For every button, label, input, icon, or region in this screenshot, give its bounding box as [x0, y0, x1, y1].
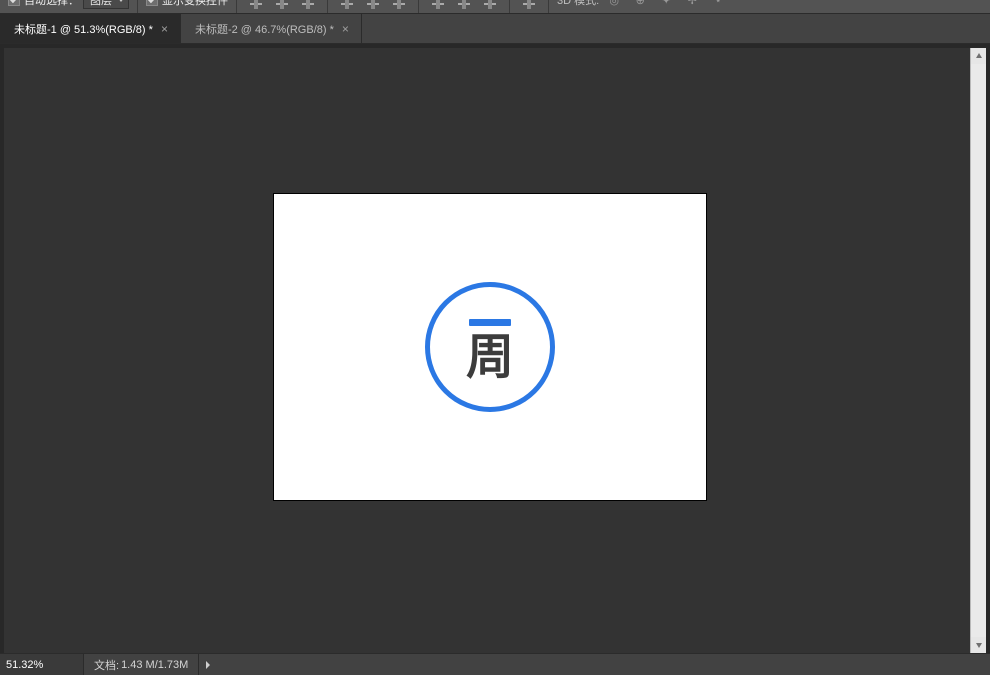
document-canvas[interactable]: 周	[274, 194, 706, 500]
logo-bar-icon	[469, 319, 511, 326]
auto-select-group: 自动选择： 图层	[2, 0, 135, 13]
auto-select-value: 图层	[90, 0, 112, 8]
align-top-icon[interactable]	[245, 0, 267, 10]
transform-controls-group: 显示变换控件	[140, 0, 234, 13]
mode3d-label: 3D 模式:	[557, 0, 599, 8]
canvas-viewport[interactable]: 周	[4, 48, 970, 653]
logo-glyph: 周	[466, 334, 514, 382]
document-tabstrip: 未标题-1 @ 51.3%(RGB/8) * × 未标题-2 @ 46.7%(R…	[0, 14, 990, 44]
zoom-value: 51.32%	[6, 659, 43, 671]
workarea-wrap: 周	[0, 44, 990, 653]
transform-controls-label: 显示变换控件	[162, 0, 228, 8]
document-tab-1-label: 未标题-1 @ 51.3%(RGB/8) *	[14, 21, 153, 37]
scroll-up-arrow-icon[interactable]	[971, 48, 986, 64]
pan-3d-icon[interactable]: ⊕	[629, 0, 651, 10]
align-group-2	[330, 0, 416, 13]
separator-icon	[327, 0, 328, 13]
status-menu-caret-icon[interactable]	[199, 654, 217, 675]
mode3d-group: 3D 模式: ◎ ⊕ ✦ ✢ ⋆	[551, 0, 735, 13]
doc-size-value: 1.43 M/1.73M	[121, 659, 188, 671]
document-tab-2-label: 未标题-2 @ 46.7%(RGB/8) *	[195, 21, 334, 37]
zoom-field[interactable]: 51.32%	[0, 654, 84, 675]
separator-icon	[418, 0, 419, 13]
document-tab-1[interactable]: 未标题-1 @ 51.3%(RGB/8) * ×	[0, 14, 181, 43]
scroll-down-arrow-icon[interactable]	[971, 637, 986, 653]
doc-size-label: 文档:	[94, 657, 119, 673]
scale-3d-icon[interactable]: ⋆	[707, 0, 729, 10]
document-size-info[interactable]: 文档: 1.43 M/1.73M	[84, 654, 199, 675]
align-left-icon[interactable]	[336, 0, 358, 10]
options-bar: 自动选择： 图层 显示变换控件 3D 模式: ◎ ⊕ ✦ ✢ ⋆	[0, 0, 990, 14]
auto-select-label: 自动选择：	[24, 0, 79, 8]
distribute-group	[421, 0, 507, 13]
distribute-h-icon[interactable]	[427, 0, 449, 10]
distribute-v-icon[interactable]	[453, 0, 475, 10]
document-tab-2[interactable]: 未标题-2 @ 46.7%(RGB/8) * ×	[181, 14, 362, 43]
arrange-icon[interactable]	[518, 0, 540, 10]
separator-icon	[548, 0, 549, 13]
scrollbar-track[interactable]	[971, 64, 986, 637]
roll-3d-icon[interactable]: ✦	[655, 0, 677, 10]
status-bar: 51.32% 文档: 1.43 M/1.73M	[0, 653, 990, 675]
align-vcenter-icon[interactable]	[271, 0, 293, 10]
auto-select-dropdown[interactable]: 图层	[83, 0, 129, 9]
close-icon[interactable]: ×	[159, 22, 170, 36]
align-right-icon[interactable]	[388, 0, 410, 10]
align-bottom-icon[interactable]	[297, 0, 319, 10]
auto-select-checkbox-icon[interactable]	[8, 0, 20, 6]
orbit-3d-icon[interactable]: ◎	[603, 0, 625, 10]
slide-3d-icon[interactable]: ✢	[681, 0, 703, 10]
transform-controls-checkbox-icon[interactable]	[146, 0, 158, 6]
separator-icon	[509, 0, 510, 13]
align-hcenter-icon[interactable]	[362, 0, 384, 10]
align-group-1	[239, 0, 325, 13]
vertical-scrollbar[interactable]	[970, 48, 986, 653]
separator-icon	[137, 0, 138, 13]
separator-icon	[236, 0, 237, 13]
logo-circle-icon: 周	[425, 282, 555, 412]
close-icon[interactable]: ×	[340, 22, 351, 36]
distribute-spacing-icon[interactable]	[479, 0, 501, 10]
arrange-group	[512, 0, 546, 13]
